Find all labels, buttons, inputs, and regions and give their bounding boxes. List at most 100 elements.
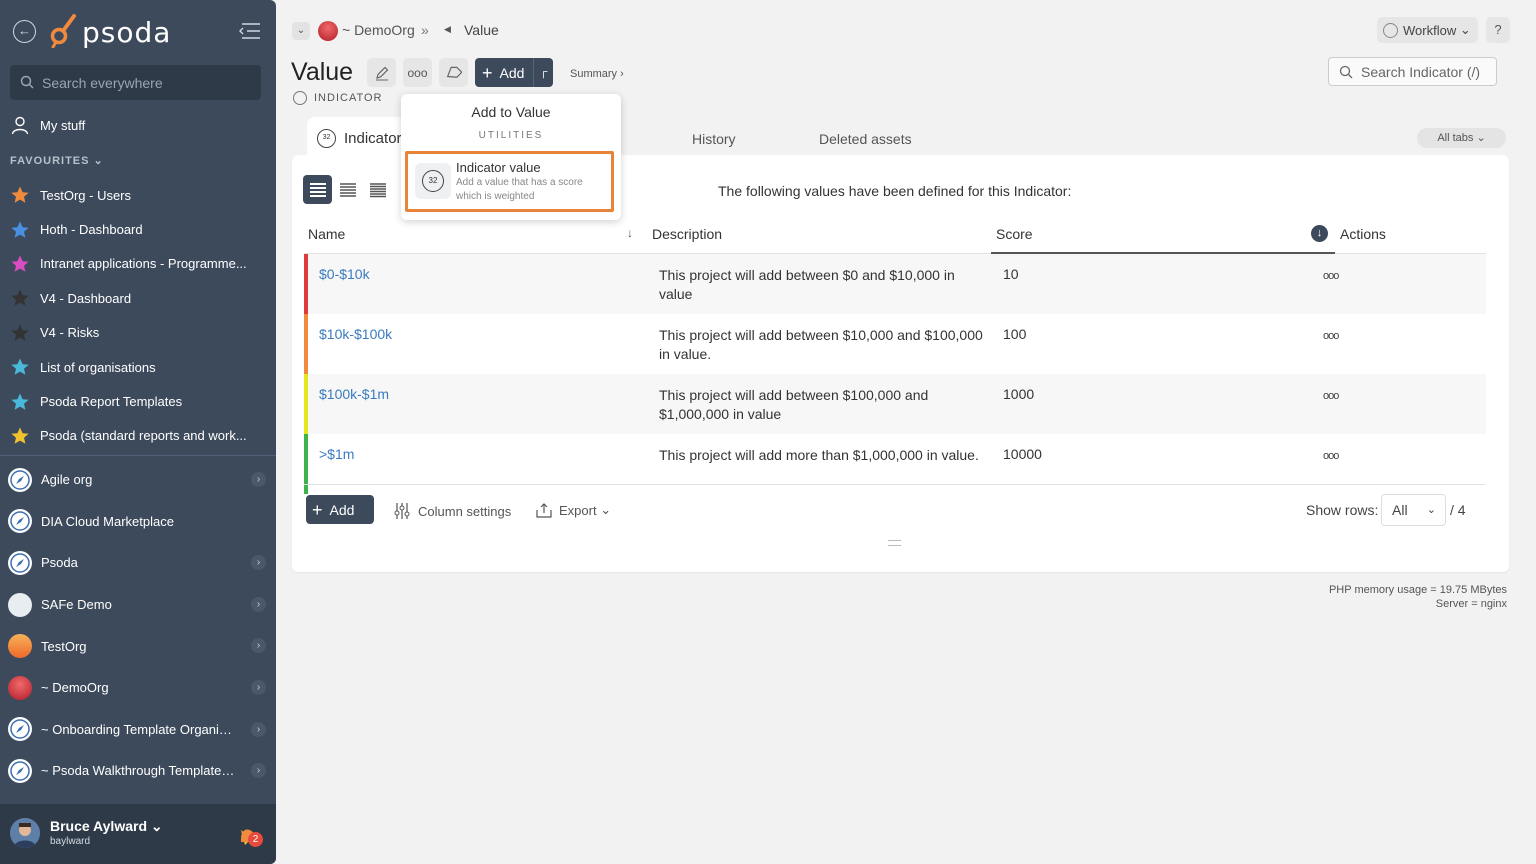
density-compact-button[interactable] [333, 175, 362, 204]
indicator-icon: 32 [317, 128, 336, 148]
download-icon[interactable]: ↓ [1311, 225, 1328, 242]
star-icon [11, 255, 29, 272]
my-stuff-link[interactable]: My stuff [10, 114, 85, 136]
organisation-icon [8, 758, 32, 783]
favourite-item[interactable]: List of organisations [10, 350, 266, 384]
user-name-text: Bruce Aylward [50, 818, 147, 834]
table-intro-text: The following values have been defined f… [718, 183, 1072, 199]
chevron-right-icon[interactable]: › [251, 763, 266, 779]
export-icon [536, 503, 552, 518]
organisation-item[interactable]: Agile org › [8, 459, 270, 501]
organisation-label: DIA Cloud Marketplace [41, 513, 174, 529]
favourite-label: List of organisations [40, 359, 156, 375]
avatar [10, 818, 40, 848]
search-indicator-input[interactable] [1361, 58, 1493, 85]
column-header-score[interactable]: Score [996, 226, 1033, 242]
chevron-right-icon[interactable]: › [251, 721, 266, 737]
row-name-link[interactable]: $0-$10k [319, 266, 370, 282]
chevron-right-icon[interactable]: › [251, 679, 266, 695]
table-row: >$1m This project will add more than $1,0… [304, 434, 1486, 494]
sort-arrow-icon[interactable]: ↓ [627, 226, 633, 240]
favourite-item[interactable]: V4 - Dashboard [10, 281, 266, 315]
organisation-item[interactable]: ~ DemoOrg › [8, 667, 270, 709]
more-actions-button[interactable]: ooo [403, 58, 432, 87]
subtitle-text: INDICATOR [314, 92, 383, 104]
workflow-button[interactable]: Workflow ⌄ [1377, 17, 1478, 43]
indicator-value-menu-item[interactable]: 32 Indicator value Add a value that has … [405, 151, 614, 212]
row-actions-button[interactable]: ooo [1323, 270, 1339, 282]
search-icon [20, 75, 34, 89]
edit-button[interactable] [367, 58, 396, 87]
add-row-button[interactable]: + Add [306, 495, 374, 524]
favourites-label: FAVOURITES [10, 155, 90, 167]
organisation-item[interactable]: SAFe Demo › [8, 584, 270, 626]
row-actions-button[interactable]: ooo [1323, 330, 1339, 342]
breadcrumb-back-icon[interactable]: ◀ [444, 24, 451, 35]
sidebar-search [10, 65, 261, 100]
column-header-name[interactable]: Name [308, 226, 345, 242]
table-row: $0-$10k This project will add between $0 … [304, 254, 1486, 314]
favourite-label: V4 - Dashboard [40, 290, 132, 306]
organisation-icon [8, 467, 32, 492]
row-actions-button[interactable]: ooo [1323, 450, 1339, 462]
search-everywhere-input[interactable] [42, 65, 252, 100]
resize-grip-icon[interactable] [888, 540, 901, 546]
breadcrumb-separator: » [421, 22, 429, 38]
organisation-item[interactable]: Psoda › [8, 542, 270, 584]
favourite-item[interactable]: V4 - Risks [10, 316, 266, 350]
row-actions-button[interactable]: ooo [1323, 390, 1339, 402]
favourite-item[interactable]: Hoth - Dashboard [10, 212, 266, 246]
list-icon [339, 182, 356, 197]
add-button[interactable]: + Add ┌ [475, 58, 553, 87]
row-name-link[interactable]: >$1m [319, 446, 354, 462]
help-button[interactable]: ? [1486, 17, 1510, 43]
ellipsis-icon: ooo [407, 65, 428, 80]
back-icon[interactable]: ← [13, 20, 36, 43]
organisation-item[interactable]: DIA Cloud Marketplace [8, 501, 270, 543]
sliders-icon [394, 503, 410, 519]
my-stuff-label: My stuff [40, 117, 86, 133]
summary-link[interactable]: Summary › [570, 68, 624, 80]
export-button[interactable]: Export ⌄ [536, 502, 611, 518]
column-header-actions: Actions [1340, 226, 1386, 242]
column-settings-button[interactable]: Column settings [393, 502, 511, 520]
chevron-right-icon[interactable]: › [251, 472, 266, 487]
all-tabs-button[interactable]: All tabs ⌄ [1417, 128, 1506, 148]
add-dropdown-toggle[interactable]: ┌ [533, 58, 553, 87]
organisation-item[interactable]: ~ Psoda Walkthrough Template P... › [8, 750, 270, 792]
favourite-item[interactable]: Psoda Report Templates [10, 384, 266, 418]
collapse-menu-icon[interactable] [238, 22, 262, 40]
tag-button[interactable] [439, 58, 468, 87]
row-name-link[interactable]: $100k-$1m [319, 386, 389, 402]
user-panel[interactable]: Bruce Aylward ⌄ baylward [0, 804, 276, 864]
favourite-item[interactable]: Psoda (standard reports and work... [10, 419, 266, 453]
favourite-item[interactable]: Intranet applications - Programme... [10, 247, 266, 281]
organisation-icon [8, 634, 32, 659]
favourites-heading[interactable]: FAVOURITES ⌄ [10, 154, 104, 167]
favourite-item[interactable]: TestOrg - Users [10, 178, 266, 212]
tab-deleted-assets[interactable]: Deleted assets [819, 131, 912, 147]
breadcrumb-org[interactable]: ~ DemoOrg [342, 22, 415, 38]
memory-usage: PHP memory usage = 19.75 MBytes [1328, 584, 1507, 596]
popup-section-heading: UTILITIES [478, 130, 544, 141]
density-comfortable-button[interactable] [303, 175, 332, 204]
show-rows-select[interactable]: All ⌄ [1381, 494, 1446, 526]
breadcrumb-current: Value [464, 22, 499, 38]
chevron-right-icon[interactable]: › [251, 596, 266, 612]
tab-indicator[interactable]: 32 Indicator [307, 117, 405, 159]
sidebar: ← psoda My stuff FAVOURITES ⌄ TestOrg - … [0, 0, 276, 864]
column-header-description[interactable]: Description [652, 226, 722, 242]
row-color-bar [304, 254, 308, 314]
row-name-link[interactable]: $10k-$100k [319, 326, 392, 342]
row-density-toggle [303, 175, 393, 204]
organisation-item[interactable]: TestOrg › [8, 625, 270, 667]
density-dense-button[interactable] [363, 175, 392, 204]
row-description: This project will add between $100,000 a… [659, 387, 929, 422]
breadcrumb-dropdown[interactable]: ⌄ [292, 22, 310, 40]
chevron-right-icon[interactable]: › [251, 638, 266, 654]
tab-history[interactable]: History [692, 131, 736, 147]
row-description: This project will add between $10,000 an… [659, 327, 983, 362]
organisation-label: ~ Onboarding Template Organisa... [41, 721, 236, 737]
chevron-right-icon[interactable]: › [251, 555, 266, 571]
organisation-item[interactable]: ~ Onboarding Template Organisa... › [8, 709, 270, 751]
